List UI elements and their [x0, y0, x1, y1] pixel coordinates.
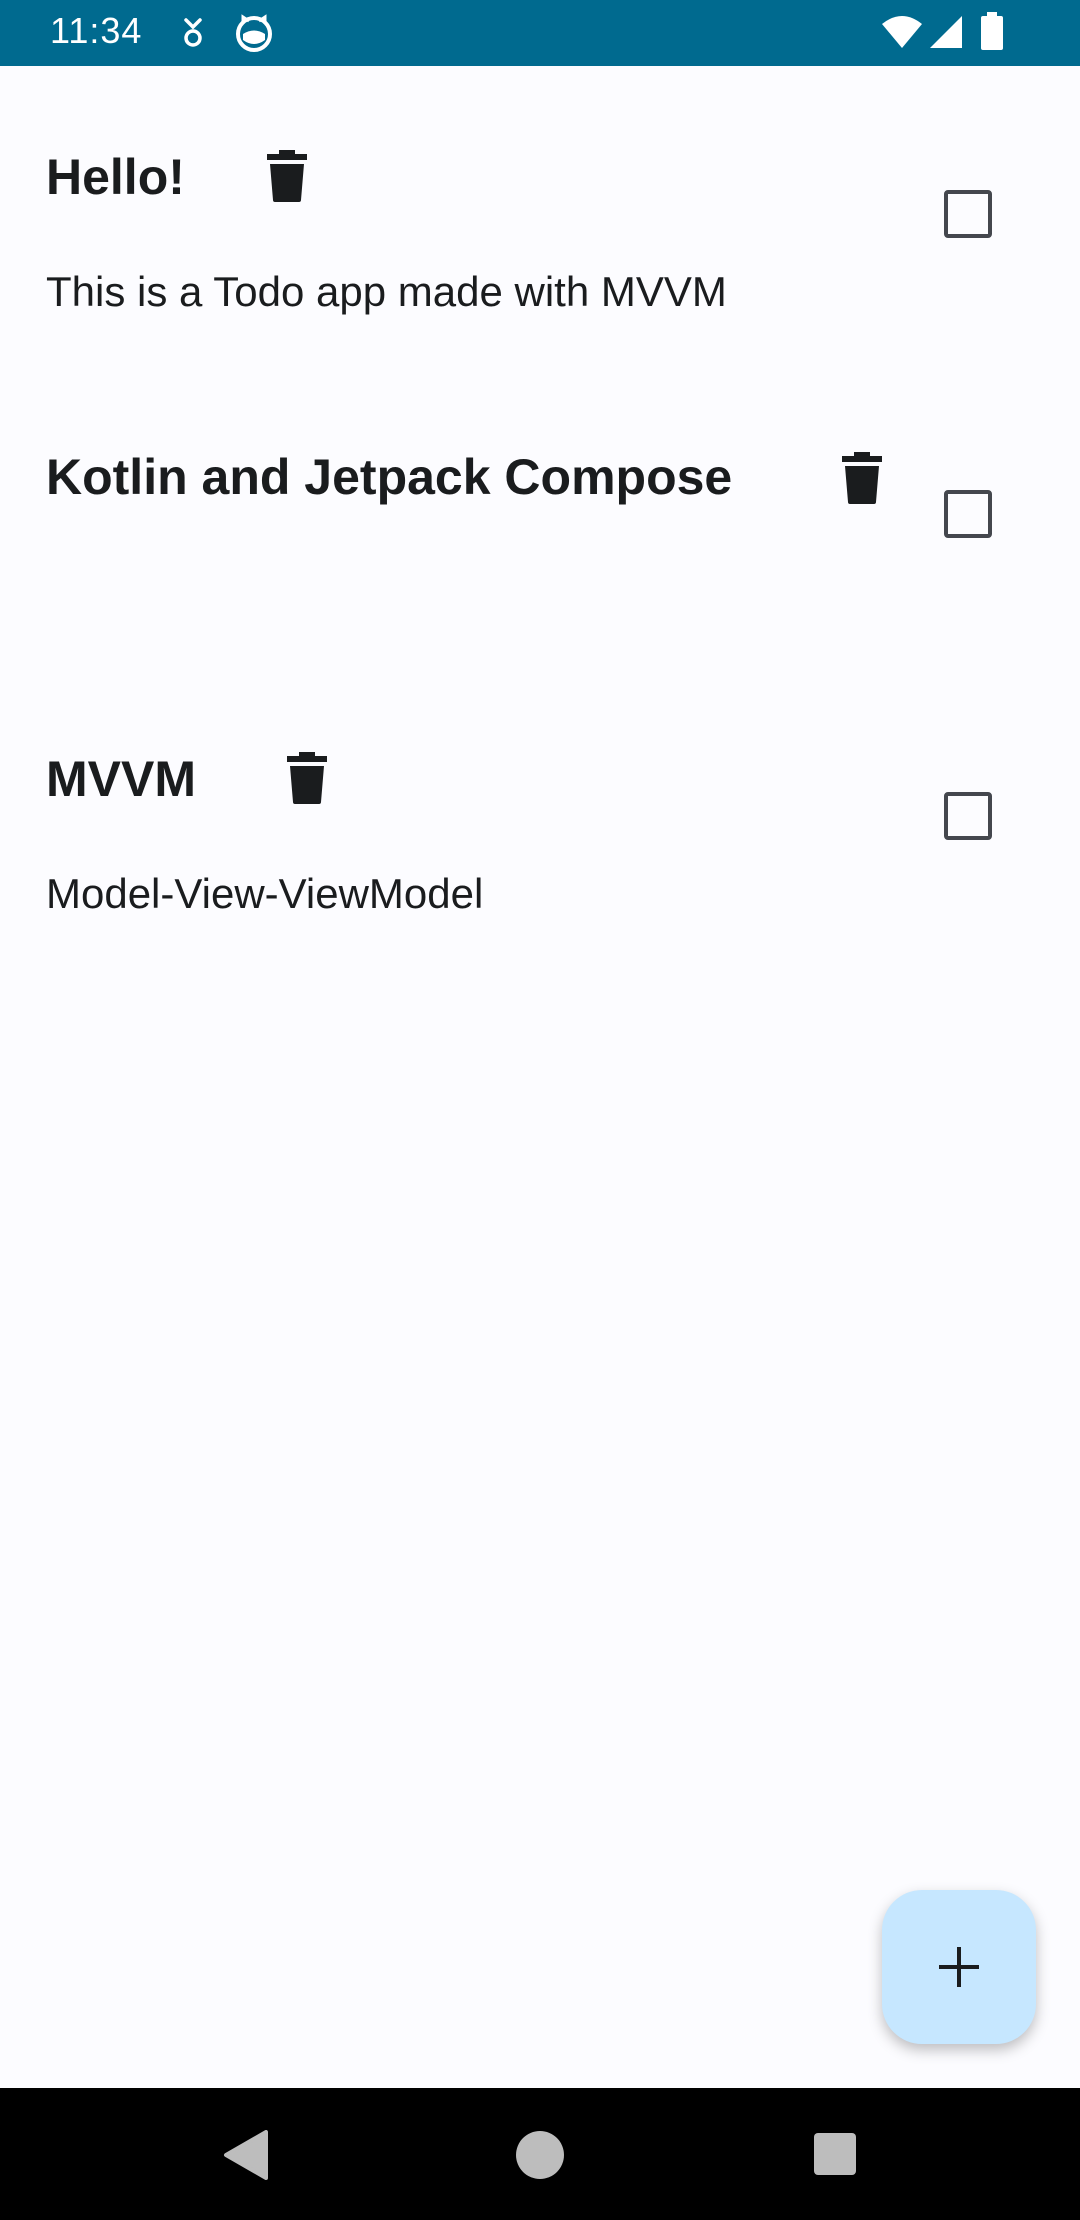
todo-checkbox[interactable] — [944, 792, 992, 840]
delete-icon[interactable] — [267, 150, 307, 202]
status-time: 11:34 — [50, 10, 143, 51]
todo-checkbox[interactable] — [944, 190, 992, 238]
todo-title: Kotlin and Jetpack Compose — [46, 449, 733, 505]
signal-icon — [930, 16, 962, 48]
delete-icon[interactable] — [287, 752, 327, 804]
status-bar: 11:34 — [0, 0, 1080, 66]
cat-icon — [236, 14, 272, 52]
todo-description: This is a Todo app made with MVVM — [46, 268, 727, 315]
navigation-bar — [0, 2088, 1080, 2220]
home-icon[interactable] — [515, 2130, 565, 2180]
todo-description: Model-View-ViewModel — [46, 870, 484, 917]
notification-icon — [184, 18, 202, 47]
recents-icon[interactable] — [814, 2133, 856, 2175]
plus-icon — [939, 1947, 979, 1987]
todo-title: MVVM — [46, 751, 196, 807]
todo-item: Kotlin and Jetpack Compose — [0, 346, 1080, 646]
delete-icon[interactable] — [842, 452, 882, 504]
todo-checkbox[interactable] — [944, 490, 992, 538]
back-icon[interactable] — [222, 2130, 270, 2180]
todo-item: MVVM Model-View-ViewModel — [0, 646, 1080, 946]
add-todo-button[interactable] — [882, 1890, 1036, 2044]
battery-icon — [981, 12, 1003, 50]
todo-item: Hello! This is a Todo app made with MVVM — [0, 66, 1080, 346]
wifi-icon — [882, 16, 922, 48]
todo-title: Hello! — [46, 149, 185, 205]
